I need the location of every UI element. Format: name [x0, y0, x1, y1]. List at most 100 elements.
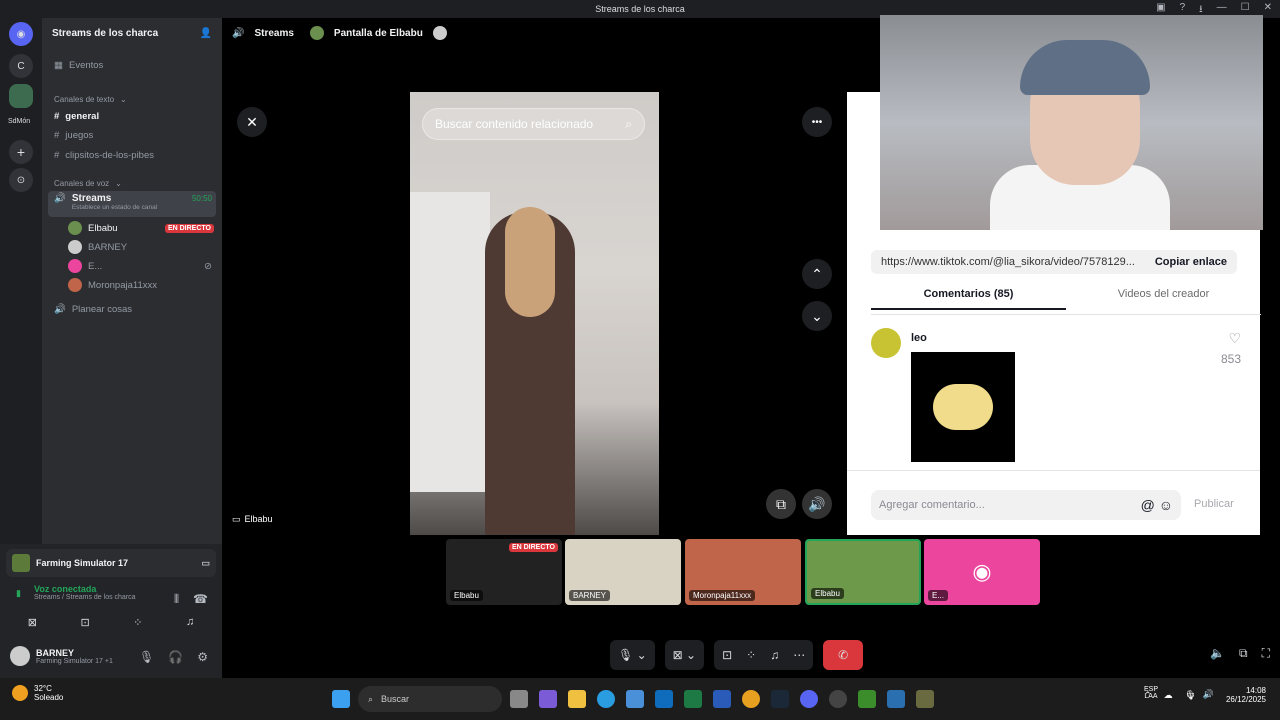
mention-icon[interactable]: @ ☺ [1141, 497, 1173, 513]
video-url-box[interactable]: https://www.tiktok.com/@lia_sikora/video… [871, 250, 1237, 274]
add-server-icon[interactable]: + [9, 140, 33, 164]
onedrive-icon[interactable]: ☁ [1164, 690, 1173, 701]
clock[interactable]: 14:08 26/12/2025 [1226, 686, 1266, 704]
camera-off-icon[interactable]: ⊠ [28, 616, 37, 629]
thumbnail-elbabu-live[interactable]: EN DIRECTO Elbabu [446, 539, 562, 605]
discord-home-icon[interactable]: ◉ [9, 22, 33, 46]
search-icon: ⌕ [625, 116, 632, 131]
network-volume[interactable]: ▭ 🔊 [1186, 689, 1214, 700]
soundboard-icon[interactable]: ♫ [770, 648, 779, 662]
language-indicator[interactable]: ESP LAA [1144, 686, 1158, 700]
activity-card[interactable]: Farming Simulator 17 ▭ [6, 549, 216, 577]
microphone-icon[interactable]: 🎙 [139, 650, 154, 664]
voice-channel-status[interactable]: Establece un estado de canal [72, 204, 157, 211]
voice-member-moronpaja[interactable]: Moronpaja11xxx [62, 276, 216, 294]
heart-icon[interactable]: ♡ [1228, 330, 1241, 347]
channel-juegos[interactable]: # juegos [48, 126, 216, 144]
taskbar-search[interactable]: ⌕ Buscar [358, 686, 502, 712]
avatar[interactable] [871, 328, 901, 358]
noise-suppression-icon[interactable]: ⫴ [174, 592, 179, 607]
steam-icon[interactable] [771, 690, 789, 708]
fullscreen-icon[interactable]: ⛶ [1262, 646, 1270, 661]
minecraft-icon[interactable] [858, 690, 876, 708]
discover-icon[interactable]: ⊙ [9, 168, 33, 192]
screen-share-icon[interactable]: ⊡ [80, 616, 89, 629]
end-call-button[interactable]: ✆ [823, 640, 864, 670]
tab-divider [871, 314, 1261, 315]
server-c[interactable]: C [9, 54, 33, 78]
avatar [68, 278, 82, 292]
app-icon[interactable] [887, 690, 905, 708]
camera-toggle[interactable]: ⊠ ⌄ [664, 640, 705, 670]
widgets-icon[interactable] [539, 690, 557, 708]
thumbnail-moronpaja[interactable]: Moronpaja11xxx [685, 539, 801, 605]
voice-status-subtitle[interactable]: Streams / Streams de los charca [12, 594, 136, 601]
discord-logo-icon: ◉ [972, 559, 992, 584]
headphones-icon[interactable]: 🎧 [168, 650, 183, 664]
voice-category[interactable]: Canales de voz ⌄ [48, 174, 216, 192]
soundboard-icon[interactable]: ♫ [186, 616, 194, 629]
disconnect-icon[interactable]: ☎ [193, 592, 208, 607]
previous-video-button[interactable]: ⌃ [802, 259, 832, 289]
close-video-button[interactable]: ✕ [237, 107, 267, 137]
tiktok-video[interactable]: Buscar contenido relacionado ⌕ [410, 92, 659, 535]
screen-icon[interactable]: ▭ [201, 558, 210, 569]
outlook-icon[interactable] [655, 690, 673, 708]
more-options-button[interactable]: ••• [802, 107, 832, 137]
farming-sim-icon[interactable] [916, 690, 934, 708]
comment-user[interactable]: leo [911, 332, 927, 344]
user-info[interactable]: BARNEY Farming Simulator 17 +1 [10, 646, 113, 666]
chrome-icon[interactable] [742, 690, 760, 708]
tab-comments[interactable]: Comentarios (85) [871, 288, 1066, 310]
more-icon[interactable]: ⋯ [793, 648, 805, 662]
server-header[interactable]: Streams de los charca 👤 [42, 18, 222, 48]
discord-icon[interactable] [800, 690, 818, 708]
taskbar-search-label: Buscar [381, 694, 410, 704]
activities-icon[interactable]: ⁘ [133, 616, 142, 629]
mini-player-button[interactable]: ⧉ [766, 489, 796, 519]
next-video-button[interactable]: ⌄ [802, 301, 832, 331]
thumbnail-elbabu[interactable]: Elbabu [805, 539, 921, 605]
channel-general[interactable]: # general [48, 107, 216, 125]
screen-share-icon[interactable]: ⊡ [722, 648, 732, 662]
voice-channel-planear[interactable]: 🔊 Planear cosas [48, 300, 216, 318]
related-search-input[interactable]: Buscar contenido relacionado ⌕ [422, 108, 645, 140]
file-explorer-icon[interactable] [568, 690, 586, 708]
volume-button[interactable]: 🔊 [802, 489, 832, 519]
task-view-icon[interactable] [510, 690, 528, 708]
voice-member-barney[interactable]: BARNEY [62, 238, 216, 256]
text-category[interactable]: Canales de texto ⌄ [48, 90, 216, 108]
activities-icon[interactable]: ⁘ [746, 648, 756, 662]
voice-member-elbabu[interactable]: Elbabu EN DIRECTO [62, 219, 216, 237]
copy-link-button[interactable]: Copiar enlace [1155, 256, 1227, 268]
signal-icon[interactable]: ▮ [16, 588, 21, 599]
invite-icon[interactable]: 👤 [200, 28, 212, 39]
streamer-label: Elbabu [244, 514, 273, 524]
settings-gear-icon[interactable]: ⚙ [197, 650, 208, 664]
store-icon[interactable] [626, 690, 644, 708]
avatar [68, 259, 82, 273]
excel-icon[interactable] [684, 690, 702, 708]
comment-sticker-image[interactable] [911, 352, 1015, 462]
voice-channel-streams[interactable]: 🔊 Streams Establece un estado de canal 5… [48, 191, 216, 217]
thumbnail-e[interactable]: ◉ E... [924, 539, 1040, 605]
weather-widget[interactable]: 32°C Soleado [12, 684, 63, 702]
calendar-icon: ▦ [54, 59, 63, 71]
comment-input[interactable]: Agregar comentario... @ ☺ [871, 490, 1181, 520]
xbox-icon[interactable] [829, 690, 847, 708]
microphone-toggle[interactable]: 🎙 ⌄ [610, 640, 655, 670]
start-icon[interactable] [332, 690, 350, 708]
thumbnail-barney[interactable]: BARNEY [565, 539, 681, 605]
voice-member-e[interactable]: E... ⊘ [62, 257, 216, 275]
tab-creator-videos[interactable]: Videos del creador [1066, 288, 1261, 310]
close-window-button[interactable]: ✕ [1264, 2, 1272, 19]
server-streams-icon[interactable] [9, 84, 33, 108]
popout-icon[interactable]: ⧉ [1239, 646, 1248, 661]
word-icon[interactable] [713, 690, 731, 708]
publish-button[interactable]: Publicar [1194, 498, 1234, 510]
events-item[interactable]: ▦ Eventos [48, 56, 216, 74]
edge-icon[interactable] [597, 690, 615, 708]
volume-icon[interactable]: 🔈 [1210, 646, 1225, 661]
voice-status-title[interactable]: Voz conectada [12, 584, 136, 594]
channel-clipsitos[interactable]: # clipsitos-de-los-pibes [48, 146, 216, 164]
